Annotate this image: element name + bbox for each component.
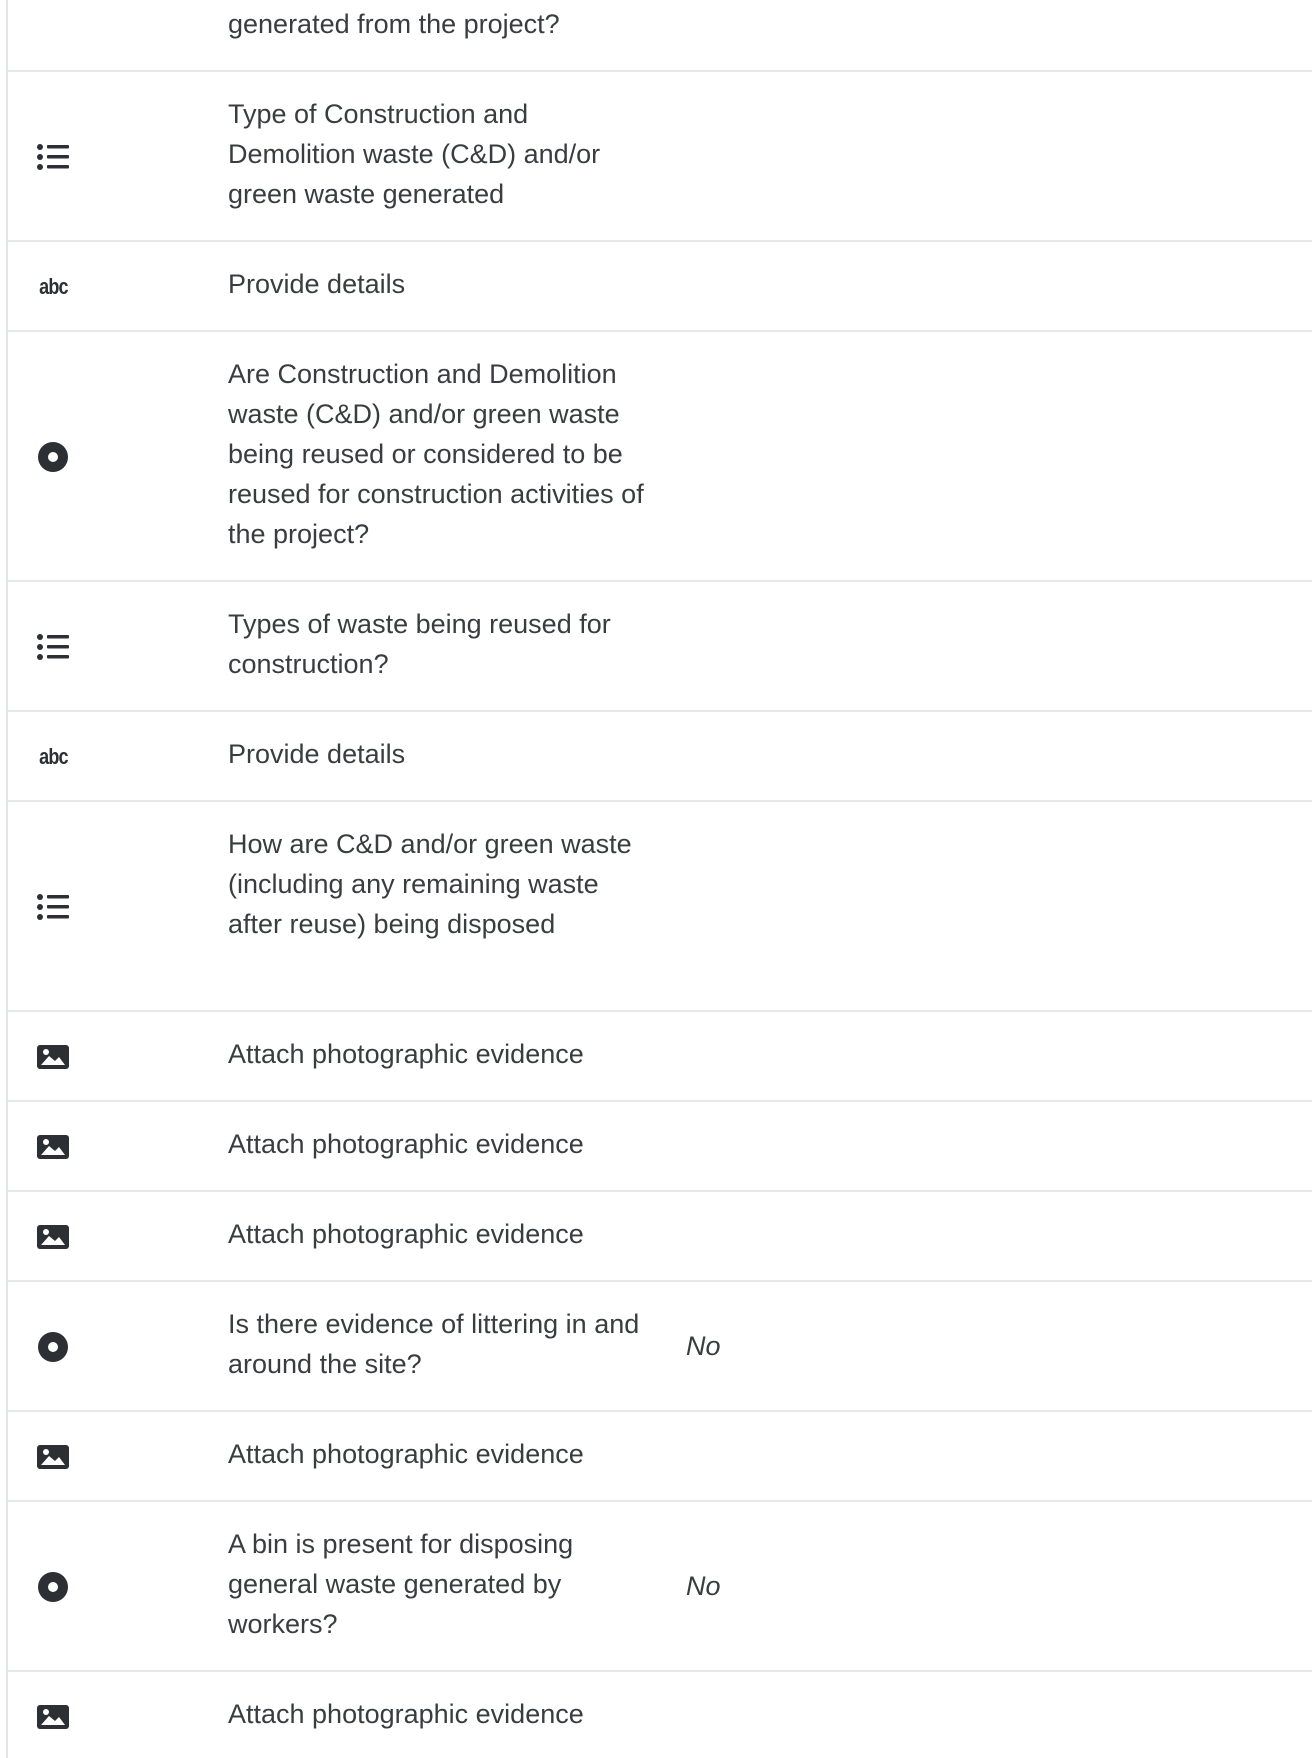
image-icon [36,1042,70,1072]
list-icon [36,142,70,172]
table-row: Attach photographic evidence [8,1102,1312,1192]
radio-icon [36,1332,70,1362]
image-icon [36,1222,70,1252]
table-row: abc Provide details [8,242,1312,332]
question-text: How are C&D and/or green waste (includin… [228,829,632,939]
list-icon [36,632,70,662]
question-text: Attach photographic evidence [228,1129,584,1159]
answer-value: No [686,1331,721,1361]
question-text: Attach photographic evidence [228,1219,584,1249]
answer-value: No [686,1571,721,1601]
image-icon [36,1442,70,1472]
image-icon [36,1702,70,1732]
question-text: Attach photographic evidence [228,1439,584,1469]
question-text: Is there evidence of littering in and ar… [228,1309,640,1379]
question-text: A bin is present for disposing general w… [228,1529,574,1639]
table-row: Is there evidence of littering in and ar… [8,1282,1312,1412]
table-row: Attach photographic evidence [8,1192,1312,1282]
question-text: Types of waste being reused for construc… [228,609,611,679]
table-row: Type of Construction and Demolition wast… [8,72,1312,242]
image-icon [36,1132,70,1162]
table-row: abc Provide details [8,712,1312,802]
question-text: Type of Construction and Demolition wast… [228,99,601,209]
table-row: Attach photographic evidence [8,1672,1312,1758]
text-abc-icon: abc [38,744,68,769]
question-text: Are Construction and Demolition waste (C… [228,359,644,549]
table-row: How are C&D and/or green waste (includin… [8,802,1312,1012]
question-text: Provide details [228,739,406,769]
list-icon [36,892,70,922]
question-text: Provide details [228,269,406,299]
radio-icon [36,1572,70,1602]
text-abc-icon: abc [38,274,68,299]
table-row: Attach photographic evidence [8,1012,1312,1102]
question-text: generated from the project? [228,9,560,39]
question-table: generated from the project? Type of Cons… [6,0,1312,1758]
question-text: Attach photographic evidence [228,1699,584,1729]
table-row: Types of waste being reused for construc… [8,582,1312,712]
table-row: Attach photographic evidence [8,1412,1312,1502]
question-text: Attach photographic evidence [228,1039,584,1069]
table-row: Are Construction and Demolition waste (C… [8,332,1312,582]
table-row: A bin is present for disposing general w… [8,1502,1312,1672]
table-row: generated from the project? [8,0,1312,72]
radio-icon [36,442,70,472]
